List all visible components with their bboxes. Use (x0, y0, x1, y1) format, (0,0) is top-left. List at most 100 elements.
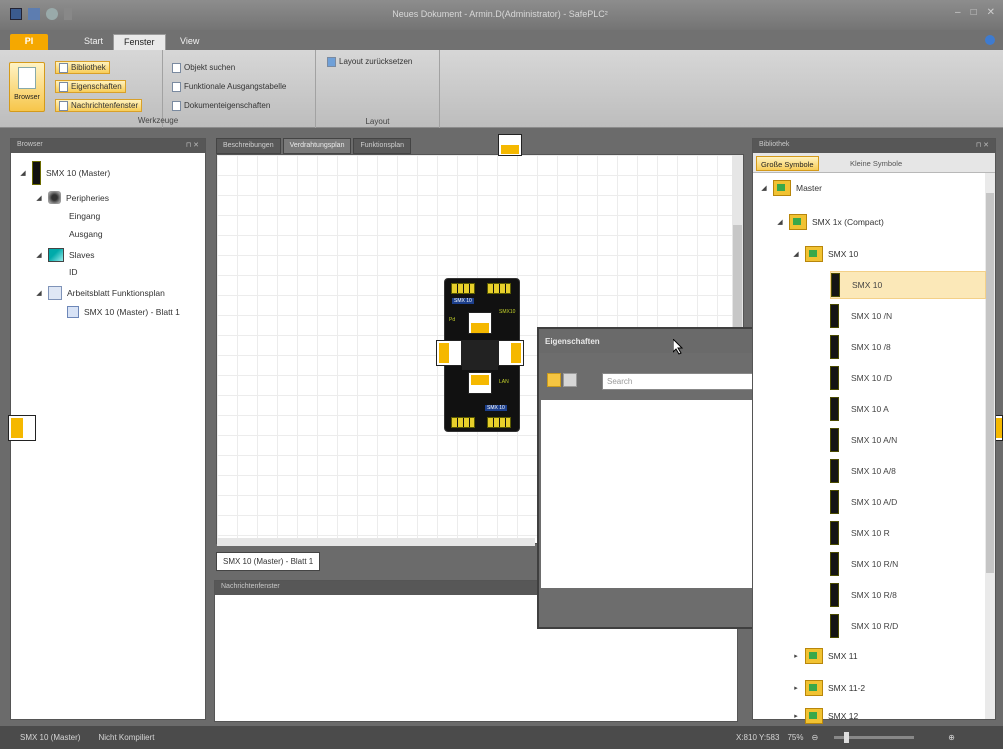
tree-item-ausgang[interactable]: Ausgang (69, 229, 103, 239)
status-coords: X:810 Y:583 (736, 733, 780, 742)
device-text-right: SMX10 (499, 309, 516, 315)
maximize-button[interactable]: □ (971, 7, 977, 18)
page-icon (59, 81, 68, 92)
tree-item-blatt-1[interactable]: SMX 10 (Master) - Blatt 1 (67, 306, 180, 318)
tree-item-eingang[interactable]: Eingang (69, 211, 100, 221)
dock-outer-left-indicator[interactable] (8, 415, 36, 441)
chevron-down-icon[interactable]: ◢ (35, 251, 43, 259)
module-icon (830, 397, 839, 421)
scrollbar-thumb[interactable] (986, 193, 994, 573)
tab-kleine-symbole[interactable]: Kleine Symbole (846, 156, 906, 171)
library-module-smx10a-d[interactable]: SMX 10 A/D (830, 488, 986, 516)
library-module-smx10a-n[interactable]: SMX 10 A/N (830, 426, 986, 454)
undo-icon[interactable] (46, 8, 58, 20)
tab-beschreibungen[interactable]: Beschreibungen (216, 138, 281, 154)
editor-tab-bar: Beschreibungen Verdrahtungsplan Funktion… (216, 138, 526, 154)
zoom-in-icon[interactable]: ⊕ (948, 733, 955, 742)
nachrichtenfenster-toggle[interactable]: Nachrichtenfenster (55, 99, 143, 112)
library-item-smx10-group[interactable]: ◢ SMX 10 (792, 246, 858, 262)
dock-center-indicator[interactable] (462, 340, 498, 370)
device-label-bottom: SMX 10 (485, 405, 507, 411)
library-module-smx10[interactable]: SMX 10 (830, 271, 986, 299)
library-panel-title: Bibliothek ⊓ ✕ (753, 139, 995, 153)
library-module-smx10r-8[interactable]: SMX 10 R/8 (830, 581, 986, 609)
chevron-down-icon[interactable]: ◢ (792, 250, 800, 258)
library-item-master[interactable]: ◢ Master (760, 180, 822, 196)
ausgangstabelle-button[interactable]: Funktionale Ausgangstabelle (169, 80, 289, 93)
dock-right-indicator[interactable] (498, 340, 524, 366)
library-module-smx10a-8[interactable]: SMX 10 A/8 (830, 457, 986, 485)
dock-outer-top-indicator[interactable] (498, 134, 522, 156)
device-label: SMX 10 (452, 298, 474, 304)
tab-view[interactable]: View (170, 34, 209, 50)
dock-top-indicator[interactable] (468, 312, 492, 334)
status-compile: Nicht Kompiliert (98, 733, 155, 742)
tab-file[interactable]: Pl (10, 34, 48, 50)
tab-start[interactable]: Start (74, 34, 113, 50)
categorized-icon[interactable] (547, 373, 561, 387)
browser-button[interactable]: Browser (9, 62, 45, 112)
folder-icon (805, 708, 823, 724)
terminal-block (451, 283, 475, 294)
module-icon (830, 490, 839, 514)
help-icon[interactable] (985, 35, 995, 45)
objekt-suchen-button[interactable]: Objekt suchen (169, 61, 238, 74)
tree-item-peripheries[interactable]: ◢ Peripheries (35, 191, 109, 204)
chevron-right-icon[interactable]: ▸ (792, 652, 800, 660)
tab-grosse-symbole[interactable]: Große Symbole (756, 156, 819, 171)
chevron-right-icon[interactable]: ▸ (792, 684, 800, 692)
canvas-horizontal-scrollbar[interactable] (217, 538, 535, 546)
library-view-tabs: Große Symbole Kleine Symbole (753, 153, 995, 173)
module-icon (830, 428, 839, 452)
sort-alpha-icon[interactable] (563, 373, 577, 387)
dokumenteigenschaften-button[interactable]: Dokumenteigenschaften (169, 99, 273, 112)
chevron-down-icon[interactable]: ◢ (35, 289, 43, 297)
page-icon (172, 62, 181, 73)
library-module-smx10r-n[interactable]: SMX 10 R/N (830, 550, 986, 578)
library-scrollbar[interactable] (985, 173, 995, 719)
window-title: Neues Dokument - Armin.D(Administrator) … (392, 9, 608, 19)
tab-fenster[interactable]: Fenster (113, 34, 166, 50)
panel-pin-icon[interactable]: ⊓ ✕ (186, 141, 199, 149)
status-left: SMX 10 (Master) Nicht Kompiliert (20, 733, 154, 742)
library-item-smx1x[interactable]: ◢ SMX 1x (Compact) (776, 214, 884, 230)
zoom-slider[interactable] (834, 732, 915, 743)
status-right: X:810 Y:583 75% ⊖ ⊕ (736, 732, 955, 743)
chevron-down-icon[interactable]: ◢ (35, 194, 43, 202)
library-module-smx10-8[interactable]: SMX 10 /8 (830, 333, 986, 361)
close-button[interactable]: ✕ (987, 7, 995, 18)
tree-item-slaves[interactable]: ◢ Slaves (35, 248, 95, 262)
page-icon (172, 100, 181, 111)
library-item-smx11-2[interactable]: ▸ SMX 11-2 (792, 680, 865, 696)
library-item-smx12[interactable]: ▸ SMX 12 (792, 708, 858, 724)
library-module-smx10a[interactable]: SMX 10 A (830, 395, 986, 423)
library-item-smx11[interactable]: ▸ SMX 11 (792, 648, 858, 664)
layout-reset-button[interactable]: Layout zurücksetzen (324, 55, 415, 68)
library-module-smx10-d[interactable]: SMX 10 /D (830, 364, 986, 392)
zoom-reset-icon[interactable]: ⊖ (811, 733, 818, 742)
library-module-smx10-n[interactable]: SMX 10 /N (830, 302, 986, 330)
tree-item-master[interactable]: ◢ SMX 10 (Master) (19, 161, 110, 185)
app-menu-icon[interactable] (10, 8, 22, 20)
chevron-right-icon[interactable]: ▸ (792, 712, 800, 720)
qat-dropdown-icon[interactable] (64, 8, 72, 20)
tab-verdrahtungsplan[interactable]: Verdrahtungsplan (282, 138, 352, 154)
module-icon (830, 335, 839, 359)
minimize-button[interactable]: – (955, 7, 961, 18)
sheet-tab-blatt-1[interactable]: SMX 10 (Master) - Blatt 1 (216, 552, 321, 571)
eigenschaften-toggle[interactable]: Eigenschaften (55, 80, 126, 93)
dock-bottom-indicator[interactable] (468, 372, 492, 394)
panel-pin-icon[interactable]: ⊓ ✕ (976, 141, 989, 149)
save-icon[interactable] (28, 8, 40, 20)
library-module-smx10r[interactable]: SMX 10 R (830, 519, 986, 547)
chevron-down-icon[interactable]: ◢ (760, 184, 768, 192)
chevron-down-icon[interactable]: ◢ (776, 218, 784, 226)
tree-item-arbeitsblatt[interactable]: ◢ Arbeitsblatt Funktionsplan (35, 286, 165, 300)
library-module-smx10r-d[interactable]: SMX 10 R/D (830, 612, 986, 640)
ribbon: Browser Bibliothek Eigenschaften Nachric… (0, 50, 1003, 128)
dock-left-indicator[interactable] (436, 340, 462, 366)
chevron-down-icon[interactable]: ◢ (19, 169, 27, 177)
bibliothek-toggle[interactable]: Bibliothek (55, 61, 110, 74)
tab-funktionsplan[interactable]: Funktionsplan (353, 138, 412, 154)
tree-item-id[interactable]: ID (69, 267, 78, 277)
